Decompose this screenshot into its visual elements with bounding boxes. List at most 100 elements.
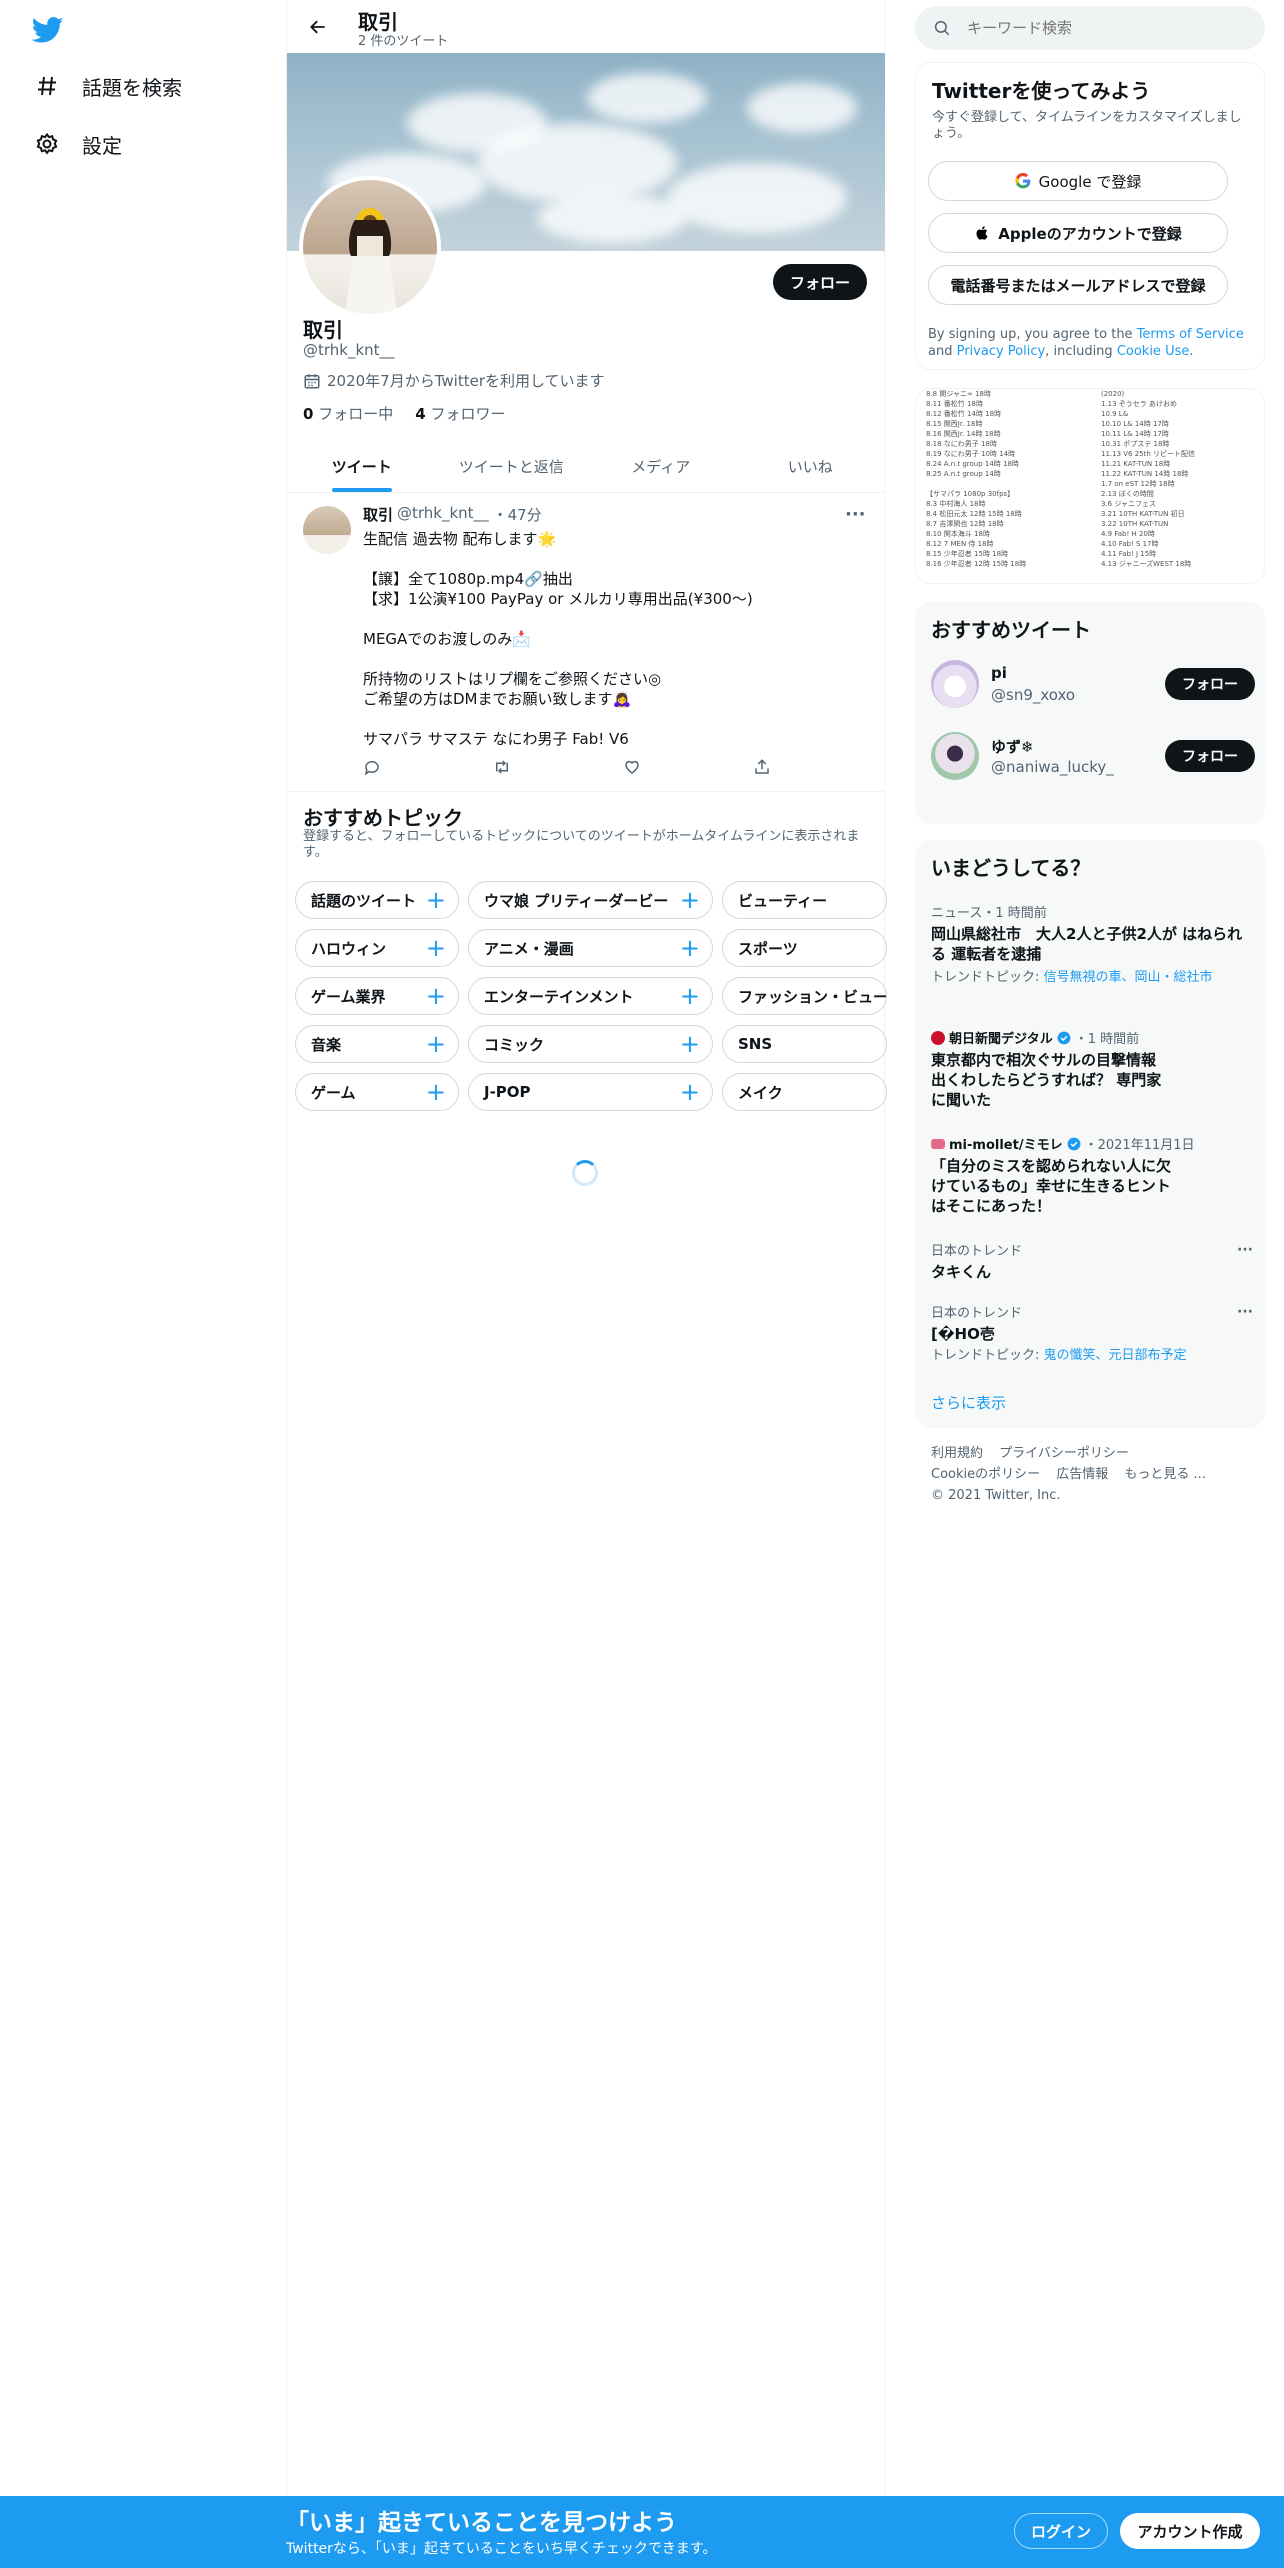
search-box[interactable] [915, 6, 1265, 50]
user-handle: @sn9_xoxo [991, 686, 1076, 704]
trend-item[interactable]: mi-mollet/ミモレ ・2021年11月1日 「自分のミスを認められない人… [931, 1134, 1251, 1216]
nav-explore[interactable]: 話題を検索 [34, 66, 182, 106]
tab-tweets-replies[interactable]: ツイートと返信 [437, 440, 587, 492]
tweet-text-line: 【譲】全て1080p.mp4🔗抽出 [363, 570, 573, 588]
topic-chip[interactable]: コミック + [468, 1025, 713, 1063]
footer-link[interactable]: もっと見る ... [1124, 1467, 1206, 1482]
nav-settings[interactable]: 設定 [34, 124, 122, 164]
tweet-author-handle[interactable]: @trhk_knt__ [397, 504, 489, 525]
topic-chip[interactable]: エンターテインメント + [468, 977, 713, 1015]
trend-title: 「自分のミスを認められない人に欠けているもの」幸せに生きるヒントはそこにあった！ [931, 1157, 1172, 1215]
list-image-card[interactable]: 8.8 関ジャニ∞ 18時 8.11 番松竹 18時 8.12 番松竹 14時 … [915, 388, 1265, 584]
user-name[interactable]: pi [991, 664, 1007, 682]
topic-chip[interactable]: 音楽 + [295, 1025, 459, 1063]
trend-meta: 日本のトレンド [931, 1244, 1023, 1259]
topic-chip-label: ゲーム [311, 1083, 356, 1102]
trends-card: いまどうしてる？ ニュース・1 時間前 岡山県総社市 大人2人と子供2人が はね… [915, 840, 1265, 1428]
topic-chip[interactable]: ゲーム + [295, 1073, 459, 1111]
following-link[interactable]: 0 フォロー中 [303, 403, 393, 424]
plus-icon[interactable]: + [680, 983, 700, 1009]
topic-chip[interactable]: ウマ娘 プリティーダービー + [468, 881, 713, 919]
profile-column: 取引 2 件のツイート フォロー 取引 @trhk_knt__ 2020年7月か… [286, 0, 887, 2568]
tweet[interactable]: 取引 @trhk_knt__ ・47分 ··· 生配信 過去物 配布します🌟 【… [287, 494, 885, 792]
user-name[interactable]: ゆず❄ [991, 736, 1034, 757]
topic-chip-label: J-POP [484, 1083, 531, 1101]
follow-button[interactable]: フォロー [1165, 668, 1255, 700]
followers-link[interactable]: 4 フォロワー [415, 403, 505, 424]
tab-media[interactable]: メディア [586, 440, 736, 492]
like-icon[interactable] [623, 758, 643, 778]
topic-chip[interactable]: スポーツ [722, 929, 887, 967]
plus-icon[interactable]: + [680, 1031, 700, 1057]
trend-title: タキくん [931, 1263, 992, 1281]
tab-tweets[interactable]: ツイート [287, 440, 437, 492]
profile-tabs: ツイート ツイートと返信 メディア いいね [287, 440, 885, 493]
trend-more-icon[interactable]: ··· [1237, 1242, 1253, 1258]
footer-link[interactable]: Cookieのポリシー [931, 1467, 1040, 1482]
user-avatar[interactable] [931, 732, 979, 780]
profile-follow-button[interactable]: フォロー [773, 264, 867, 300]
share-icon[interactable] [753, 758, 773, 778]
plus-icon[interactable]: + [426, 1079, 446, 1105]
apple-signup-button[interactable]: Appleのアカウントで登録 [928, 213, 1228, 253]
tweet-time[interactable]: ・47分 [493, 504, 542, 525]
trend-topic-link[interactable]: 信号無視の車、岡山・総社市 [1044, 970, 1213, 985]
topic-chip[interactable]: アニメ・漫画 + [468, 929, 713, 967]
cookie-link[interactable]: Cookie Use [1117, 344, 1190, 359]
topic-chip[interactable]: ハロウィン + [295, 929, 459, 967]
user-avatar[interactable] [931, 660, 979, 708]
footer-link[interactable]: 利用規約 [931, 1446, 983, 1461]
plus-icon[interactable]: + [426, 983, 446, 1009]
footer-link[interactable]: 広告情報 [1056, 1467, 1108, 1482]
user-suggestion[interactable]: pi @sn9_xoxo フォロー [931, 660, 1255, 712]
login-button[interactable]: ログイン [1014, 2513, 1108, 2549]
plus-icon[interactable]: + [426, 1031, 446, 1057]
plus-icon[interactable]: + [680, 935, 700, 961]
reply-icon[interactable] [363, 758, 383, 778]
tab-likes[interactable]: いいね [736, 440, 886, 492]
profile-avatar[interactable] [299, 176, 441, 318]
tweet-text-line: MEGAでのお渡しのみ📩 [363, 630, 531, 648]
trend-item[interactable]: 日本のトレンド [�HO壱 トレンドトピック: 鬼の懺笑、元日部布予定 ··· [931, 1302, 1253, 1364]
trend-more-icon[interactable]: ··· [1237, 1304, 1253, 1320]
tweet-avatar[interactable] [303, 506, 351, 554]
back-arrow-icon[interactable] [303, 12, 333, 42]
retweet-icon[interactable] [493, 758, 513, 778]
plus-icon[interactable]: + [426, 935, 446, 961]
trend-item[interactable]: 朝日新聞デジタル ・1 時間前 東京都内で相次ぐサルの目撃情報 出くわしたらどう… [931, 1028, 1251, 1110]
topic-chip[interactable]: ファッション・ビュー [722, 977, 887, 1015]
plus-icon[interactable]: + [680, 1079, 700, 1105]
trend-item[interactable]: 日本のトレンド タキくん ··· [931, 1240, 1253, 1282]
topic-chip[interactable]: メイク [722, 1073, 887, 1111]
topic-chip[interactable]: ビューティー [722, 881, 887, 919]
signup-button[interactable]: アカウント作成 [1120, 2513, 1260, 2549]
gear-icon [34, 131, 60, 157]
topic-chip[interactable]: ゲーム業界 + [295, 977, 459, 1015]
footer-link[interactable]: プライバシーポリシー [999, 1446, 1129, 1461]
phone-email-signup-button[interactable]: 電話番号またはメールアドレスで登録 [928, 265, 1228, 305]
follow-button[interactable]: フォロー [1165, 740, 1255, 772]
trend-topic-link[interactable]: 鬼の懺笑、元日部布予定 [1044, 1348, 1187, 1363]
tweet-author-name[interactable]: 取引 [363, 504, 393, 525]
google-signup-button[interactable]: Google で登録 [928, 161, 1228, 201]
trend-topic: トレンドトピック: 信号無視の車、岡山・総社市 [931, 970, 1213, 985]
plus-icon[interactable]: + [680, 887, 700, 913]
copyright: © 2021 Twitter, Inc. [931, 1488, 1061, 1503]
topic-chip[interactable]: 話題のツイート + [295, 881, 459, 919]
topic-chip-label: スポーツ [738, 939, 798, 958]
topic-chip[interactable]: J-POP + [468, 1073, 713, 1111]
news-source: mi-mollet/ミモレ [949, 1138, 1063, 1153]
tweet-more-icon[interactable]: ··· [845, 504, 866, 525]
user-suggestion[interactable]: ゆず❄ @naniwa_lucky_ フォロー [931, 732, 1255, 784]
privacy-link[interactable]: Privacy Policy [957, 344, 1046, 359]
terms-link[interactable]: Terms of Service [1137, 327, 1244, 342]
twitter-logo-icon[interactable] [32, 14, 64, 46]
show-more-link[interactable]: さらに表示 [931, 1392, 1006, 1413]
plus-icon[interactable]: + [426, 887, 446, 913]
search-input[interactable] [967, 19, 1237, 37]
trend-item[interactable]: ニュース・1 時間前 岡山県総社市 大人2人と子供2人が はねられる 運転者を逮… [931, 902, 1251, 986]
topic-chip[interactable]: SNS [722, 1025, 887, 1063]
user-handle: @naniwa_lucky_ [991, 758, 1114, 776]
apple-icon [974, 224, 990, 242]
tweet-text-line: 所持物のリストはリプ欄をご参照ください◎ [363, 670, 662, 688]
